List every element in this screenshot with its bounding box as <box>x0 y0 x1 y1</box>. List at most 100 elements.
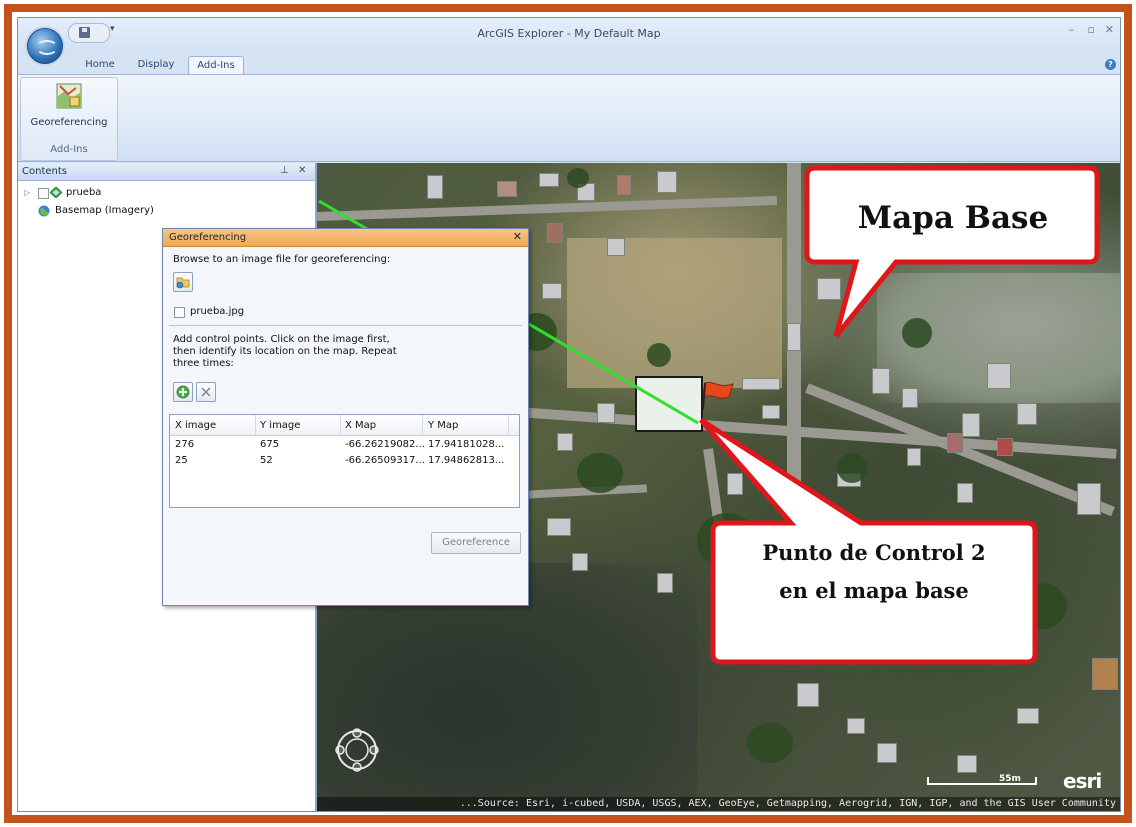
close-pane-icon[interactable]: ✕ <box>298 165 306 176</box>
building <box>542 283 562 299</box>
close-button[interactable]: ✕ <box>1105 23 1114 36</box>
table-header: X image Y image X Map Y Map <box>170 415 519 436</box>
image-file-label: prueba.jpg <box>190 306 245 317</box>
minimize-button[interactable]: – <box>1069 23 1075 36</box>
building <box>817 278 841 300</box>
building <box>597 403 615 423</box>
georeference-button[interactable]: Georeference <box>431 532 521 554</box>
table-cell: 276 <box>175 439 195 450</box>
scale-bar: 55m <box>927 774 1043 787</box>
map-attribution: ...Source: Esri, i-cubed, USDA, USGS, AE… <box>317 797 1120 811</box>
tree <box>577 453 623 493</box>
column-header[interactable]: Y image <box>260 420 300 431</box>
placed-image-preview[interactable] <box>635 376 703 432</box>
help-icon[interactable]: ? <box>1105 59 1116 70</box>
building <box>427 175 443 199</box>
building <box>539 173 559 187</box>
column-divider <box>422 415 423 435</box>
building <box>617 175 631 195</box>
building <box>902 388 918 408</box>
road <box>317 195 778 222</box>
restore-button[interactable]: ▫ <box>1088 23 1095 36</box>
building <box>1077 483 1101 515</box>
building <box>727 473 743 495</box>
instruction-line-3: three times: <box>173 358 234 369</box>
browse-image-button[interactable] <box>173 272 193 292</box>
building <box>847 718 865 734</box>
add-ins-group: Georeferencing Add-Ins <box>20 77 118 161</box>
add-control-point-button[interactable] <box>173 382 193 402</box>
ribbon: Georeferencing Add-Ins <box>18 74 1120 162</box>
georeferencing-icon <box>56 83 82 109</box>
building <box>987 363 1011 389</box>
building <box>657 573 673 593</box>
building <box>557 433 573 451</box>
globe-icon <box>36 40 58 55</box>
building <box>657 171 677 193</box>
ribbon-tabs: Home Display Add-Ins ? <box>18 54 1120 75</box>
building <box>497 181 517 197</box>
pin-icon[interactable]: ⊥ <box>280 165 289 176</box>
building <box>957 483 973 503</box>
layer-item[interactable]: Basemap (Imagery) <box>24 203 304 219</box>
image-file-checkbox[interactable] <box>174 307 185 318</box>
tab-display[interactable]: Display <box>132 56 180 74</box>
building <box>762 405 780 419</box>
building <box>547 518 571 536</box>
column-header[interactable]: Y Map <box>428 420 458 431</box>
table-row[interactable]: 25 52 -66.26509317... 17.94862813... <box>170 453 519 469</box>
instruction-line-2: then identify its location on the map. R… <box>173 346 397 357</box>
building <box>572 553 588 571</box>
callout-control-point-line1: Punto de Control 2 <box>762 540 986 565</box>
navigation-control[interactable] <box>335 728 379 772</box>
tree <box>647 343 671 367</box>
table-cell: 17.94181028... <box>428 439 505 450</box>
column-divider <box>340 415 341 435</box>
georeferencing-button[interactable]: Georeferencing <box>27 81 111 139</box>
delete-icon <box>201 387 211 397</box>
tab-home[interactable]: Home <box>80 56 120 74</box>
table-cell: -66.26509317... <box>345 455 425 466</box>
layer-label: prueba <box>66 187 102 198</box>
building <box>872 368 890 394</box>
table-cell: 17.94862813... <box>428 455 505 466</box>
tree <box>902 318 932 348</box>
building <box>1092 658 1118 690</box>
building <box>1017 403 1037 425</box>
building <box>787 323 801 351</box>
column-divider <box>508 415 509 435</box>
instruction-line-1: Add control points. Click on the image f… <box>173 334 390 345</box>
column-divider <box>255 415 256 435</box>
tree <box>747 723 793 763</box>
group-label: Add-Ins <box>50 144 88 155</box>
layer-checkbox[interactable] <box>38 188 49 199</box>
expand-icon[interactable]: ▷ <box>24 188 30 197</box>
table-cell: 52 <box>260 455 273 466</box>
building <box>907 448 921 466</box>
contents-title: Contents <box>22 166 67 177</box>
scale-text: 55m <box>999 774 1021 784</box>
column-header[interactable]: X Map <box>345 420 376 431</box>
contents-header: Contents ⊥ ✕ <box>18 163 315 181</box>
column-header[interactable]: X image <box>175 420 216 431</box>
open-field <box>567 238 782 388</box>
image-layer-icon <box>50 187 62 198</box>
dialog-close-button[interactable]: ✕ <box>513 230 522 243</box>
building <box>947 433 963 453</box>
table-cell: 25 <box>175 455 188 466</box>
building <box>957 755 977 773</box>
building <box>742 378 780 390</box>
app-window: ▾ ArcGIS Explorer - My Default Map – ▫ ✕… <box>17 17 1121 812</box>
road <box>787 163 801 583</box>
flag-icon <box>702 381 734 410</box>
building <box>877 743 897 763</box>
dialog-title-bar[interactable]: Georeferencing ✕ <box>163 229 528 247</box>
tab-add-ins[interactable]: Add-Ins <box>188 56 244 75</box>
add-control-point-icon <box>176 385 190 399</box>
layer-item[interactable]: ▷ prueba <box>24 185 304 201</box>
delete-control-point-button[interactable] <box>196 382 216 402</box>
window-title: ArcGIS Explorer - My Default Map <box>477 27 661 40</box>
table-row[interactable]: 276 675 -66.26219082... 17.94181028... <box>170 437 519 453</box>
scale-tick <box>1035 777 1037 785</box>
building <box>1017 708 1039 724</box>
